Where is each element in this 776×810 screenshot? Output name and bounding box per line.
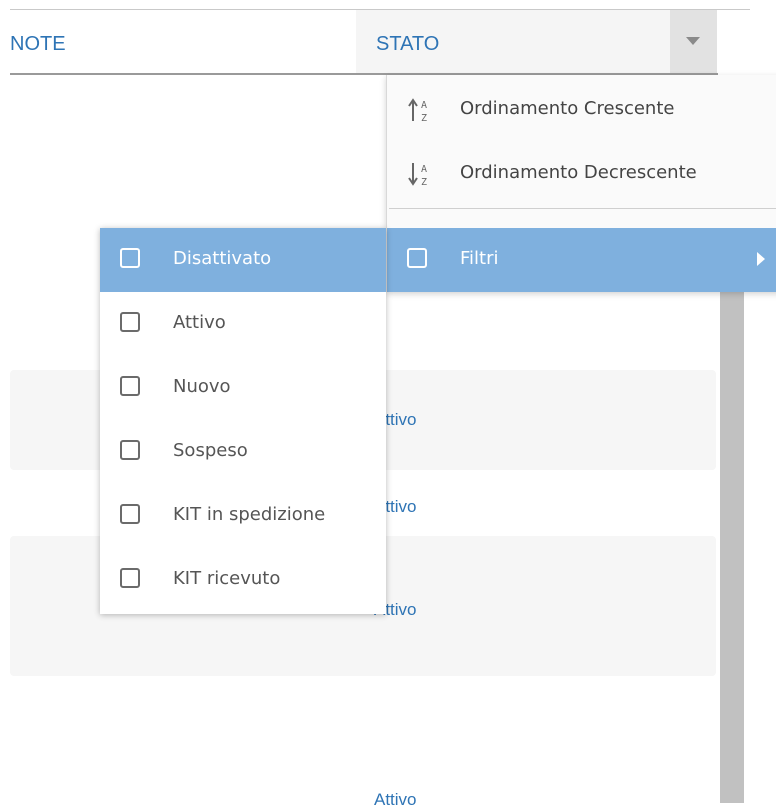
svg-text:Z: Z: [421, 177, 427, 188]
filter-option-attivo[interactable]: Attivo: [100, 292, 386, 356]
caret-down-icon: [686, 37, 700, 45]
checkbox-icon[interactable]: [120, 312, 140, 332]
sort-ascending-icon: A Z: [408, 98, 427, 124]
sort-ascending-label: Ordinamento Crescente: [460, 98, 675, 119]
sort-ascending-item[interactable]: A Z Ordinamento Crescente: [387, 78, 776, 142]
filters-checkbox-icon: [407, 248, 427, 268]
filter-option-label: Attivo: [173, 312, 226, 333]
filters-item[interactable]: Filtri: [387, 228, 776, 292]
svg-text:A: A: [421, 164, 427, 175]
sort-descending-item[interactable]: A Z Ordinamento Decrescente: [387, 142, 776, 206]
sort-descending-icon: A Z: [408, 163, 427, 188]
filter-option-sospeso[interactable]: Sospeso: [100, 420, 386, 484]
column-header-note[interactable]: NOTE: [10, 33, 66, 56]
filter-option-disattivato[interactable]: Disattivato: [100, 228, 386, 292]
column-menu-button[interactable]: [670, 10, 717, 73]
filters-label: Filtri: [460, 248, 499, 269]
svg-text:Z: Z: [421, 113, 427, 124]
filter-option-label: Disattivato: [173, 248, 272, 269]
checkbox-icon[interactable]: [120, 568, 140, 588]
checkbox-icon[interactable]: [120, 376, 140, 396]
checkbox-icon[interactable]: [120, 440, 140, 460]
column-options-menu: A Z Ordinamento Crescente A Z Ordinament…: [386, 75, 776, 292]
filter-option-label: KIT ricevuto: [173, 568, 281, 589]
filter-option-label: Sospeso: [173, 440, 248, 461]
scrollbar-thumb[interactable]: [720, 290, 744, 803]
checkbox-icon[interactable]: [120, 248, 140, 268]
checkbox-icon[interactable]: [120, 504, 140, 524]
caret-right-icon: [757, 252, 765, 266]
filter-options-menu: Disattivato Attivo Nuovo Sospeso KIT in …: [100, 228, 386, 614]
column-header-stato[interactable]: STATO: [376, 33, 439, 56]
filter-option-kit-ricevuto[interactable]: KIT ricevuto: [100, 548, 386, 612]
filter-option-nuovo[interactable]: Nuovo: [100, 356, 386, 420]
filter-option-label: Nuovo: [173, 376, 231, 397]
sort-descending-label: Ordinamento Decrescente: [460, 162, 697, 183]
stato-cell: Attivo: [374, 790, 417, 809]
menu-divider: [389, 208, 776, 209]
svg-text:A: A: [421, 100, 427, 111]
filter-option-label: KIT in spedizione: [173, 504, 326, 525]
filter-option-kit-in-spedizione[interactable]: KIT in spedizione: [100, 484, 386, 548]
